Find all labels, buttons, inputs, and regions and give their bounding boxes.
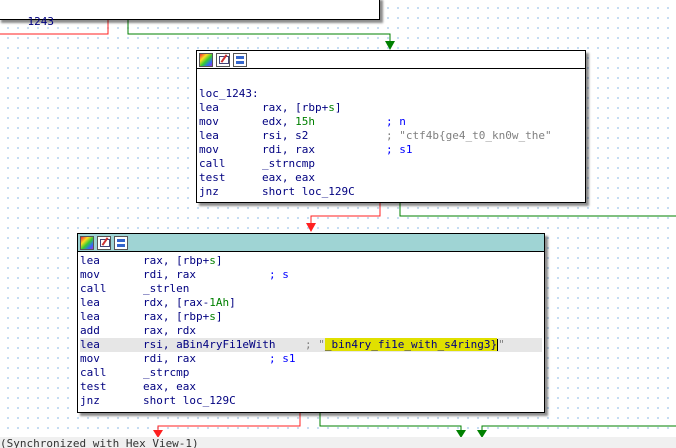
asm-line[interactable]: lea rax, [rbp+s] bbox=[80, 254, 542, 268]
edge-red-bottom bbox=[157, 412, 301, 433]
color-icon[interactable] bbox=[80, 235, 94, 250]
asm-line[interactable]: call _strncmp bbox=[199, 157, 583, 171]
edit-icon[interactable] bbox=[97, 235, 111, 250]
asm-line[interactable]: mov rdi, rax; s bbox=[80, 268, 542, 282]
arrow-red-mid bbox=[306, 223, 316, 232]
edge-red-mid bbox=[310, 202, 381, 226]
graph-icon[interactable] bbox=[233, 52, 247, 67]
asm-line[interactable]: lea rsi, s2; "ctf4b{ge4_t0_kn0w_the" bbox=[199, 129, 583, 143]
edge-green-bottom bbox=[319, 412, 462, 433]
color-icon[interactable] bbox=[199, 52, 213, 67]
code-block-top[interactable]: 1243 bbox=[0, 0, 380, 28]
asm-line[interactable]: mov rdi, rax; s1 bbox=[199, 143, 583, 157]
code-block-loc-1243[interactable]: loc_1243: lea rax, [rbp+s] mov edx, 15h; n… bbox=[196, 50, 586, 203]
asm-line[interactable]: test eax, eax bbox=[199, 171, 583, 185]
asm-line[interactable]: call _strlen bbox=[80, 282, 542, 296]
asm-line[interactable]: add rax, rdx bbox=[80, 324, 542, 338]
asm-line[interactable]: mov rdi, rax; s1 bbox=[80, 352, 542, 366]
asm-line[interactable]: lea rdx, [rax-1Ah] bbox=[80, 296, 542, 310]
asm-line[interactable]: lea rax, [rbp+s] bbox=[199, 101, 583, 115]
asm-line[interactable]: call _strcmp bbox=[80, 366, 542, 380]
arrow-green-top bbox=[385, 41, 395, 50]
highlighted-string: _bin4ry_fi1e_with_s4ring3} bbox=[324, 338, 498, 351]
block-toolbar bbox=[78, 234, 544, 252]
block-label: 1243 bbox=[27, 15, 55, 28]
status-bar: (Synchronized with Hex View-1) bbox=[0, 437, 676, 448]
graph-icon[interactable] bbox=[114, 235, 128, 250]
edge-green-mid bbox=[399, 202, 676, 217]
asm-line[interactable]: test eax, eax bbox=[80, 380, 542, 394]
edge-green-top bbox=[127, 19, 391, 44]
edge-green-right bbox=[481, 425, 676, 433]
block-label[interactable]: loc_1243: bbox=[199, 87, 583, 101]
asm-line[interactable]: lea rax, [rbp+s] bbox=[80, 310, 542, 324]
edit-icon[interactable] bbox=[216, 52, 230, 67]
asm-line[interactable]: mov edx, 15h; n bbox=[199, 115, 583, 129]
code-block-strcmp[interactable]: lea rax, [rbp+s] mov rdi, rax; s call _strl… bbox=[77, 233, 545, 413]
block-toolbar bbox=[197, 51, 585, 69]
asm-line-selected[interactable]: lea rsi, aBin4ryFi1eWith; "_bin4ry_fi1e_w… bbox=[80, 338, 542, 352]
asm-line[interactable]: jnz short loc_129C bbox=[80, 394, 542, 408]
asm-line[interactable]: jnz short loc_129C bbox=[199, 185, 583, 199]
